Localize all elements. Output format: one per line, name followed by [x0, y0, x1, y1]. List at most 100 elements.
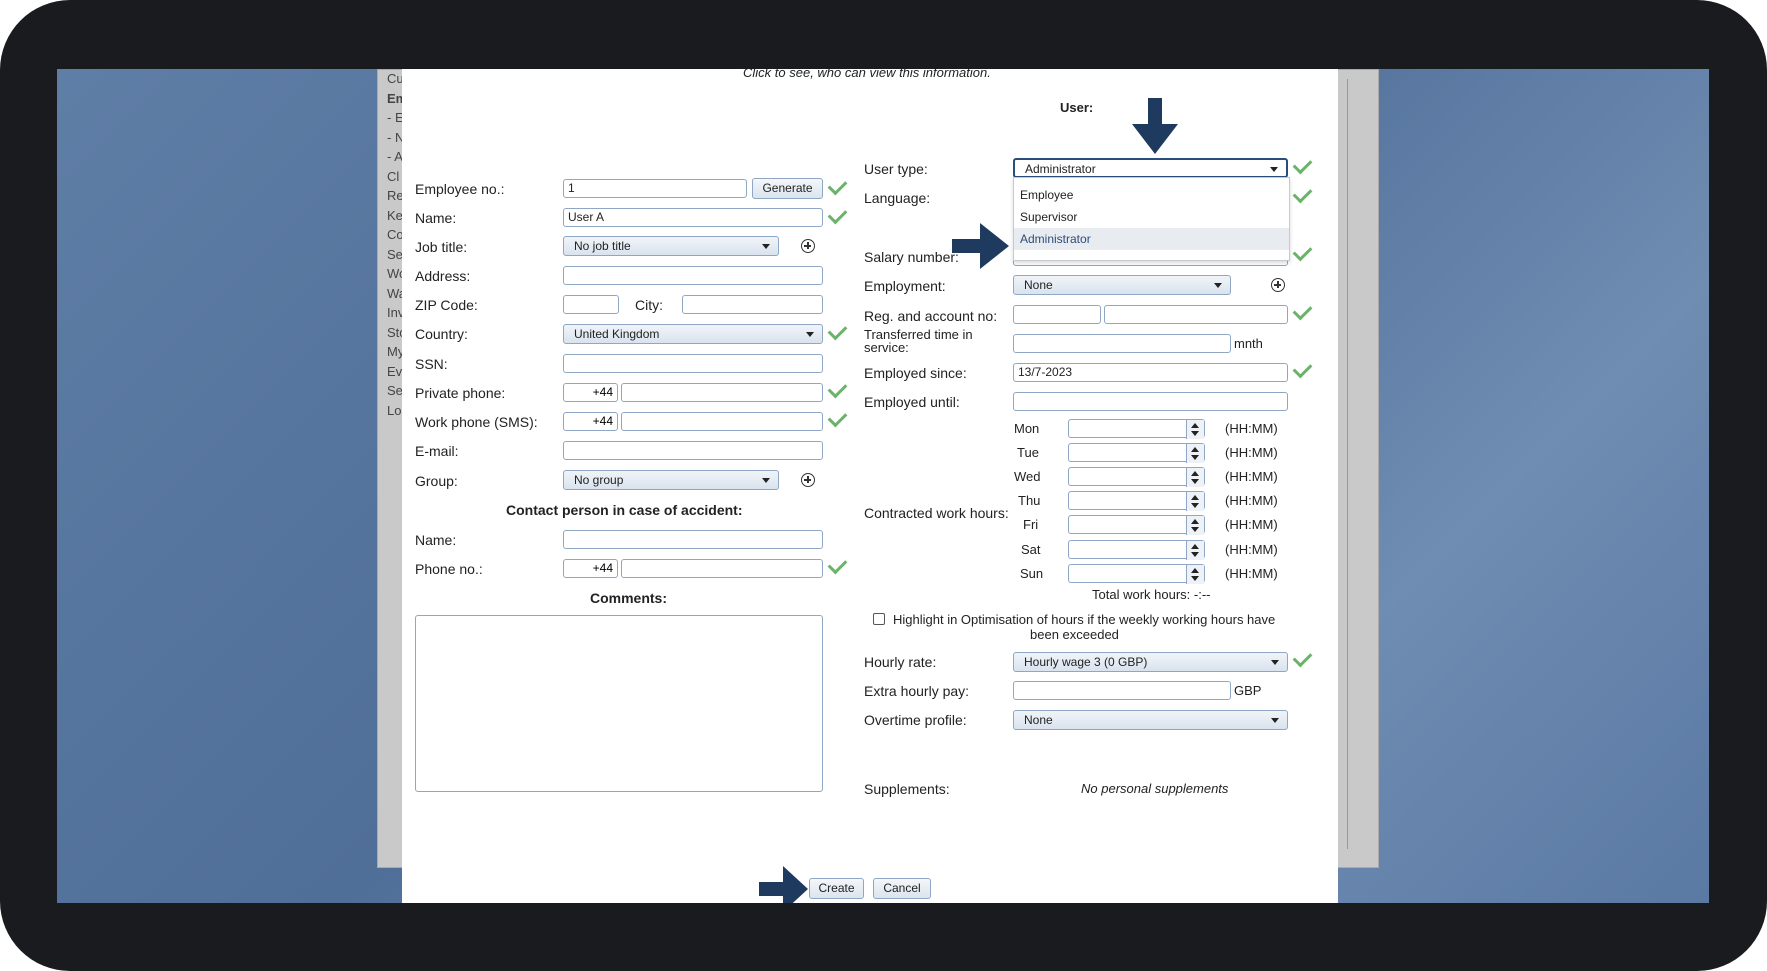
add-employment-icon[interactable] [1271, 278, 1285, 292]
group-label: Group: [415, 473, 458, 489]
day-label-sat: Sat [1021, 542, 1041, 557]
hours-input-wed[interactable] [1068, 467, 1205, 487]
chevron-down-icon [1214, 283, 1222, 288]
employment-label: Employment: [864, 278, 946, 294]
contact-phone-input[interactable] [621, 559, 823, 578]
user-type-label: User type: [864, 161, 928, 177]
transferred-unit: mnth [1234, 336, 1263, 351]
work-phone-check-icon [827, 407, 848, 428]
hhmm-unit: (HH:MM) [1225, 566, 1278, 581]
comments-heading: Comments: [590, 590, 668, 606]
transferred-label: Transferred time in service: [864, 327, 973, 355]
user-type-dropdown: Employee Supervisor Administrator [1013, 177, 1290, 261]
device-frame: Cu Em - E - N - A Cl Re Ke Co Se Wo Wa I… [0, 0, 1767, 971]
work-phone-prefix[interactable]: +44 [563, 412, 618, 431]
hourly-rate-label: Hourly rate: [864, 654, 937, 670]
hours-input-mon[interactable] [1068, 419, 1205, 439]
user-heading: User: [1060, 100, 1094, 115]
employment-select[interactable]: None [1013, 275, 1231, 295]
stepper-icon[interactable] [1186, 565, 1204, 584]
salary-number-label: Salary number: [864, 249, 959, 265]
transferred-input[interactable] [1013, 334, 1231, 353]
chevron-down-icon [762, 478, 770, 483]
language-check-icon [1292, 183, 1313, 204]
work-phone-input[interactable] [621, 412, 823, 431]
email-label: E-mail: [415, 443, 459, 459]
highlight-text-line2: been exceeded [1030, 627, 1119, 642]
contact-name-input[interactable] [563, 530, 823, 549]
reg-account-label: Reg. and account no: [864, 308, 998, 324]
overtime-select[interactable]: None [1013, 710, 1288, 730]
stepper-icon[interactable] [1186, 444, 1204, 463]
chevron-down-icon [1271, 660, 1279, 665]
city-input[interactable] [682, 295, 823, 314]
hours-input-sun[interactable] [1068, 564, 1205, 584]
hhmm-unit: (HH:MM) [1225, 542, 1278, 557]
option-employee[interactable]: Employee [1014, 184, 1289, 206]
stepper-icon[interactable] [1186, 492, 1204, 511]
employed-until-label: Employed until: [864, 394, 960, 410]
chevron-down-icon [762, 244, 770, 249]
hhmm-unit: (HH:MM) [1225, 493, 1278, 508]
stepper-icon[interactable] [1186, 541, 1204, 560]
generate-button[interactable]: Generate [752, 178, 823, 199]
job-title-value: No job title [574, 239, 631, 253]
hours-input-tue[interactable] [1068, 443, 1205, 463]
email-input[interactable] [563, 441, 823, 460]
contact-name-label: Name: [415, 532, 457, 548]
private-phone-input[interactable] [621, 383, 823, 402]
add-job-title-icon[interactable] [801, 239, 815, 253]
ssn-input[interactable] [563, 354, 823, 373]
employment-value: None [1024, 278, 1053, 292]
job-title-select[interactable]: No job title [563, 236, 779, 256]
extra-pay-label: Extra hourly pay: [864, 683, 970, 699]
stepper-icon[interactable] [1186, 516, 1204, 535]
stepper-icon[interactable] [1186, 468, 1204, 487]
employed-until-input[interactable] [1013, 392, 1288, 411]
create-button[interactable]: Create [809, 878, 864, 899]
reg-account-check-icon [1292, 300, 1313, 321]
comments-textarea[interactable] [415, 615, 823, 792]
day-label-sun: Sun [1020, 566, 1044, 581]
address-input[interactable] [563, 266, 823, 285]
extra-pay-input[interactable] [1013, 681, 1231, 700]
extra-pay-unit: GBP [1234, 683, 1262, 698]
hours-input-sat[interactable] [1068, 540, 1205, 560]
zip-label: ZIP Code: [415, 297, 478, 313]
country-label: Country: [415, 326, 468, 342]
chevron-down-icon [1271, 718, 1279, 723]
country-value: United Kingdom [574, 327, 660, 341]
hours-input-fri[interactable] [1068, 515, 1205, 535]
stepper-icon[interactable] [1186, 420, 1204, 439]
salary-number-check-icon [1292, 241, 1313, 262]
reg-no-input[interactable] [1013, 305, 1101, 324]
option-supervisor[interactable]: Supervisor [1014, 206, 1289, 228]
private-phone-label: Private phone: [415, 385, 506, 401]
employee-no-input[interactable]: 1 [563, 179, 747, 198]
user-type-select[interactable]: Administrator [1013, 158, 1288, 178]
employee-no-label: Employee no.: [415, 181, 505, 197]
job-title-label: Job title: [415, 239, 468, 255]
option-administrator[interactable]: Administrator [1014, 228, 1289, 250]
private-phone-prefix[interactable]: +44 [563, 383, 618, 402]
cancel-button[interactable]: Cancel [873, 878, 931, 899]
name-input[interactable]: User A [563, 208, 823, 227]
employed-since-check-icon [1292, 358, 1313, 379]
add-group-icon[interactable] [801, 473, 815, 487]
name-label: Name: [415, 210, 457, 226]
contact-heading: Contact person in case of accident: [506, 502, 743, 518]
employed-since-input[interactable]: 13/7-2023 [1013, 363, 1288, 382]
country-select[interactable]: United Kingdom [563, 324, 823, 344]
hourly-rate-select[interactable]: Hourly wage 3 (0 GBP) [1013, 652, 1288, 672]
highlight-checkbox[interactable] [873, 613, 885, 625]
hours-input-thu[interactable] [1068, 491, 1205, 511]
screen: Cu Em - E - N - A Cl Re Ke Co Se Wo Wa I… [57, 69, 1709, 903]
hhmm-unit: (HH:MM) [1225, 469, 1278, 484]
account-no-input[interactable] [1104, 305, 1288, 324]
hhmm-unit: (HH:MM) [1225, 517, 1278, 532]
zip-input[interactable] [563, 295, 619, 314]
group-select[interactable]: No group [563, 470, 779, 490]
contact-phone-prefix[interactable]: +44 [563, 559, 618, 578]
privacy-note-link[interactable]: Click to see, who can view this informat… [743, 69, 991, 80]
background-panel-edge [1347, 79, 1376, 849]
